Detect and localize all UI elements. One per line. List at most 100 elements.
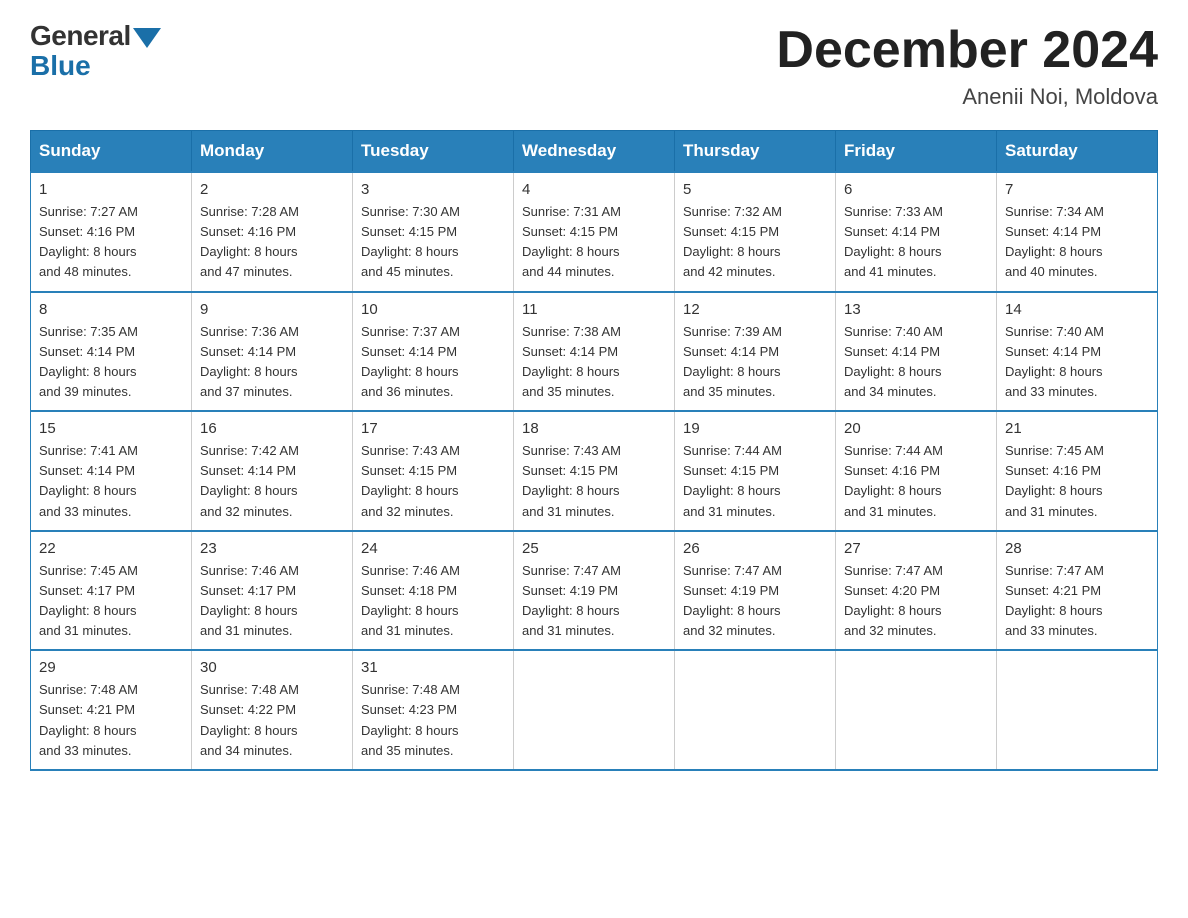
sunset-text: Sunset: 4:14 PM	[522, 344, 618, 359]
sunset-text: Sunset: 4:14 PM	[844, 344, 940, 359]
day-info: Sunrise: 7:45 AM Sunset: 4:17 PM Dayligh…	[39, 561, 183, 642]
day-number: 13	[844, 301, 988, 318]
sunset-text: Sunset: 4:18 PM	[361, 583, 457, 598]
day-info: Sunrise: 7:38 AM Sunset: 4:14 PM Dayligh…	[522, 322, 666, 403]
daylight-text: Daylight: 8 hours	[200, 244, 298, 259]
sunrise-text: Sunrise: 7:47 AM	[522, 563, 621, 578]
day-info: Sunrise: 7:36 AM Sunset: 4:14 PM Dayligh…	[200, 322, 344, 403]
daylight-text: Daylight: 8 hours	[39, 364, 137, 379]
logo-triangle-icon	[133, 28, 161, 48]
day-info: Sunrise: 7:34 AM Sunset: 4:14 PM Dayligh…	[1005, 202, 1149, 283]
daylight-text2: and 41 minutes.	[844, 264, 937, 279]
table-row: 11 Sunrise: 7:38 AM Sunset: 4:14 PM Dayl…	[514, 292, 675, 412]
sunset-text: Sunset: 4:16 PM	[1005, 463, 1101, 478]
calendar-week-row: 1 Sunrise: 7:27 AM Sunset: 4:16 PM Dayli…	[31, 172, 1158, 292]
sunset-text: Sunset: 4:15 PM	[361, 463, 457, 478]
day-info: Sunrise: 7:27 AM Sunset: 4:16 PM Dayligh…	[39, 202, 183, 283]
daylight-text2: and 32 minutes.	[361, 504, 454, 519]
daylight-text2: and 45 minutes.	[361, 264, 454, 279]
day-info: Sunrise: 7:30 AM Sunset: 4:15 PM Dayligh…	[361, 202, 505, 283]
table-row: 17 Sunrise: 7:43 AM Sunset: 4:15 PM Dayl…	[353, 411, 514, 531]
daylight-text2: and 34 minutes.	[844, 384, 937, 399]
table-row	[675, 650, 836, 770]
sunset-text: Sunset: 4:14 PM	[39, 344, 135, 359]
day-number: 27	[844, 540, 988, 557]
sunrise-text: Sunrise: 7:40 AM	[1005, 324, 1104, 339]
daylight-text: Daylight: 8 hours	[522, 244, 620, 259]
day-number: 7	[1005, 181, 1149, 198]
day-info: Sunrise: 7:46 AM Sunset: 4:18 PM Dayligh…	[361, 561, 505, 642]
logo: General Blue	[30, 20, 161, 82]
day-info: Sunrise: 7:47 AM Sunset: 4:19 PM Dayligh…	[522, 561, 666, 642]
day-number: 6	[844, 181, 988, 198]
header-tuesday: Tuesday	[353, 131, 514, 173]
day-info: Sunrise: 7:33 AM Sunset: 4:14 PM Dayligh…	[844, 202, 988, 283]
day-number: 25	[522, 540, 666, 557]
sunrise-text: Sunrise: 7:32 AM	[683, 204, 782, 219]
calendar-week-row: 15 Sunrise: 7:41 AM Sunset: 4:14 PM Dayl…	[31, 411, 1158, 531]
sunset-text: Sunset: 4:23 PM	[361, 702, 457, 717]
day-info: Sunrise: 7:48 AM Sunset: 4:22 PM Dayligh…	[200, 680, 344, 761]
table-row: 29 Sunrise: 7:48 AM Sunset: 4:21 PM Dayl…	[31, 650, 192, 770]
day-number: 20	[844, 420, 988, 437]
header-wednesday: Wednesday	[514, 131, 675, 173]
day-number: 24	[361, 540, 505, 557]
daylight-text2: and 31 minutes.	[200, 623, 293, 638]
sunset-text: Sunset: 4:19 PM	[522, 583, 618, 598]
daylight-text: Daylight: 8 hours	[683, 603, 781, 618]
day-info: Sunrise: 7:47 AM Sunset: 4:21 PM Dayligh…	[1005, 561, 1149, 642]
daylight-text: Daylight: 8 hours	[200, 723, 298, 738]
sunset-text: Sunset: 4:16 PM	[200, 224, 296, 239]
day-number: 30	[200, 659, 344, 676]
day-info: Sunrise: 7:39 AM Sunset: 4:14 PM Dayligh…	[683, 322, 827, 403]
daylight-text2: and 35 minutes.	[522, 384, 615, 399]
table-row	[836, 650, 997, 770]
table-row: 1 Sunrise: 7:27 AM Sunset: 4:16 PM Dayli…	[31, 172, 192, 292]
sunrise-text: Sunrise: 7:45 AM	[39, 563, 138, 578]
daylight-text: Daylight: 8 hours	[1005, 364, 1103, 379]
table-row: 15 Sunrise: 7:41 AM Sunset: 4:14 PM Dayl…	[31, 411, 192, 531]
daylight-text: Daylight: 8 hours	[200, 364, 298, 379]
table-row: 23 Sunrise: 7:46 AM Sunset: 4:17 PM Dayl…	[192, 531, 353, 651]
sunset-text: Sunset: 4:14 PM	[39, 463, 135, 478]
table-row: 27 Sunrise: 7:47 AM Sunset: 4:20 PM Dayl…	[836, 531, 997, 651]
daylight-text: Daylight: 8 hours	[361, 483, 459, 498]
day-number: 15	[39, 420, 183, 437]
daylight-text2: and 33 minutes.	[1005, 384, 1098, 399]
day-info: Sunrise: 7:44 AM Sunset: 4:16 PM Dayligh…	[844, 441, 988, 522]
daylight-text: Daylight: 8 hours	[522, 603, 620, 618]
daylight-text2: and 35 minutes.	[361, 743, 454, 758]
table-row: 19 Sunrise: 7:44 AM Sunset: 4:15 PM Dayl…	[675, 411, 836, 531]
daylight-text: Daylight: 8 hours	[200, 603, 298, 618]
header-friday: Friday	[836, 131, 997, 173]
day-info: Sunrise: 7:46 AM Sunset: 4:17 PM Dayligh…	[200, 561, 344, 642]
daylight-text: Daylight: 8 hours	[200, 483, 298, 498]
sunset-text: Sunset: 4:15 PM	[522, 224, 618, 239]
daylight-text2: and 44 minutes.	[522, 264, 615, 279]
day-number: 11	[522, 301, 666, 318]
sunset-text: Sunset: 4:16 PM	[844, 463, 940, 478]
daylight-text2: and 32 minutes.	[200, 504, 293, 519]
title-section: December 2024 Anenii Noi, Moldova	[776, 20, 1158, 110]
day-info: Sunrise: 7:41 AM Sunset: 4:14 PM Dayligh…	[39, 441, 183, 522]
daylight-text2: and 42 minutes.	[683, 264, 776, 279]
sunrise-text: Sunrise: 7:46 AM	[200, 563, 299, 578]
day-number: 1	[39, 181, 183, 198]
sunrise-text: Sunrise: 7:40 AM	[844, 324, 943, 339]
sunset-text: Sunset: 4:16 PM	[39, 224, 135, 239]
sunset-text: Sunset: 4:22 PM	[200, 702, 296, 717]
table-row: 20 Sunrise: 7:44 AM Sunset: 4:16 PM Dayl…	[836, 411, 997, 531]
daylight-text2: and 47 minutes.	[200, 264, 293, 279]
daylight-text2: and 33 minutes.	[39, 743, 132, 758]
daylight-text2: and 32 minutes.	[683, 623, 776, 638]
day-number: 3	[361, 181, 505, 198]
header-monday: Monday	[192, 131, 353, 173]
sunset-text: Sunset: 4:21 PM	[39, 702, 135, 717]
daylight-text: Daylight: 8 hours	[39, 723, 137, 738]
day-number: 8	[39, 301, 183, 318]
daylight-text2: and 32 minutes.	[844, 623, 937, 638]
table-row: 18 Sunrise: 7:43 AM Sunset: 4:15 PM Dayl…	[514, 411, 675, 531]
daylight-text: Daylight: 8 hours	[844, 603, 942, 618]
sunset-text: Sunset: 4:14 PM	[200, 463, 296, 478]
day-number: 4	[522, 181, 666, 198]
